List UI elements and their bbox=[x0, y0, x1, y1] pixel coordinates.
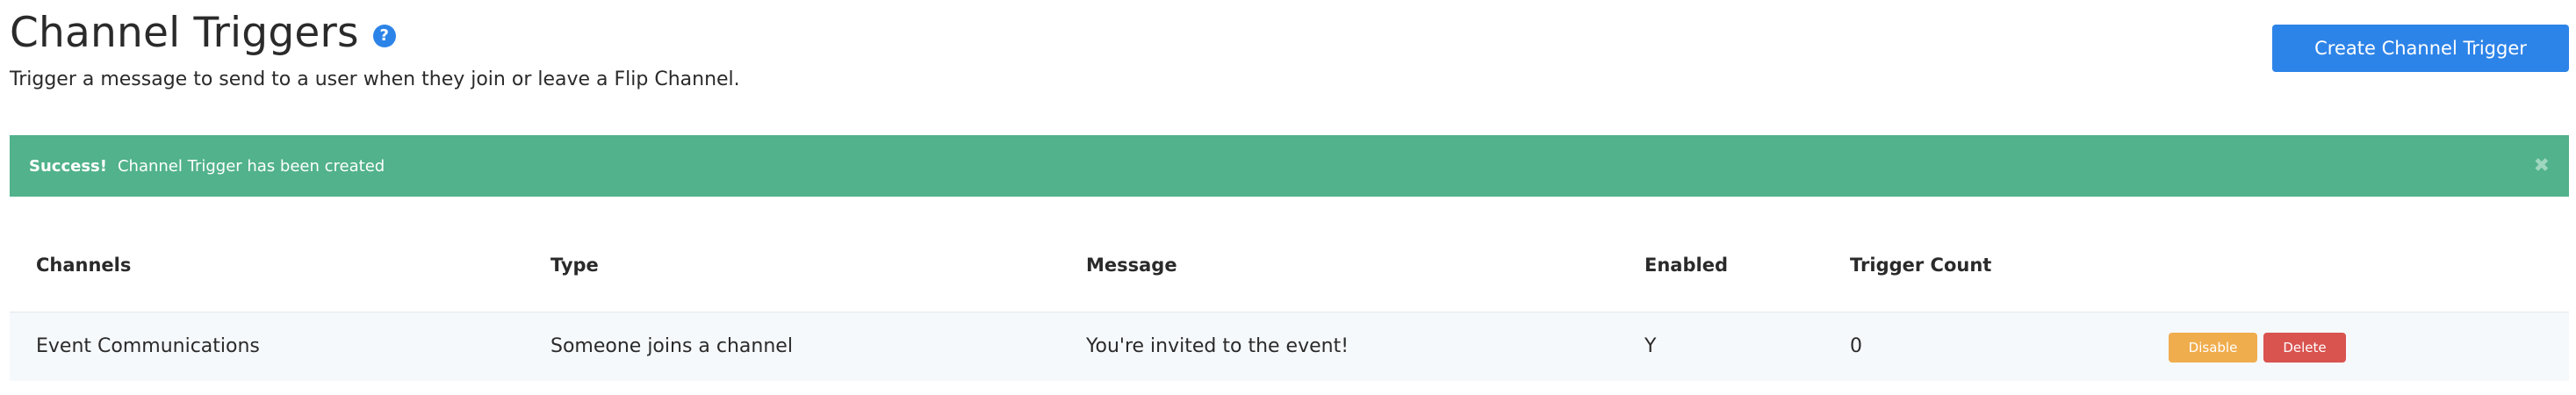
column-header-channels[interactable]: Channels bbox=[36, 255, 131, 276]
page-subtitle: Trigger a message to send to a user when… bbox=[10, 68, 740, 90]
cell-type: Someone joins a channel bbox=[550, 335, 793, 357]
alert-title: Success! bbox=[29, 156, 107, 176]
cell-enabled: Y bbox=[1644, 335, 1657, 357]
triggers-table: Channels Type Message Enabled Trigger Co… bbox=[10, 235, 2569, 381]
column-header-message[interactable]: Message bbox=[1086, 255, 1177, 276]
column-header-enabled[interactable]: Enabled bbox=[1644, 255, 1728, 276]
page-header: Channel Triggers ? bbox=[10, 7, 396, 60]
delete-button[interactable]: Delete bbox=[2263, 333, 2346, 363]
table-header: Channels Type Message Enabled Trigger Co… bbox=[10, 235, 2569, 312]
cell-channels: Event Communications bbox=[36, 335, 260, 357]
cell-message: You're invited to the event! bbox=[1086, 335, 1349, 357]
create-channel-trigger-button[interactable]: Create Channel Trigger bbox=[2272, 25, 2569, 72]
close-icon[interactable]: ✖ bbox=[2534, 155, 2550, 177]
success-alert: Success! Channel Trigger has been create… bbox=[10, 135, 2569, 197]
table-row: Event Communications Someone joins a cha… bbox=[10, 312, 2569, 381]
cell-trigger-count: 0 bbox=[1850, 335, 1862, 357]
disable-button[interactable]: Disable bbox=[2169, 333, 2257, 363]
page-title: Channel Triggers bbox=[10, 9, 359, 57]
column-header-trigger-count[interactable]: Trigger Count bbox=[1850, 255, 1991, 276]
help-icon[interactable]: ? bbox=[372, 25, 396, 47]
column-header-type[interactable]: Type bbox=[550, 255, 599, 276]
alert-message: Channel Trigger has been created bbox=[117, 156, 385, 176]
